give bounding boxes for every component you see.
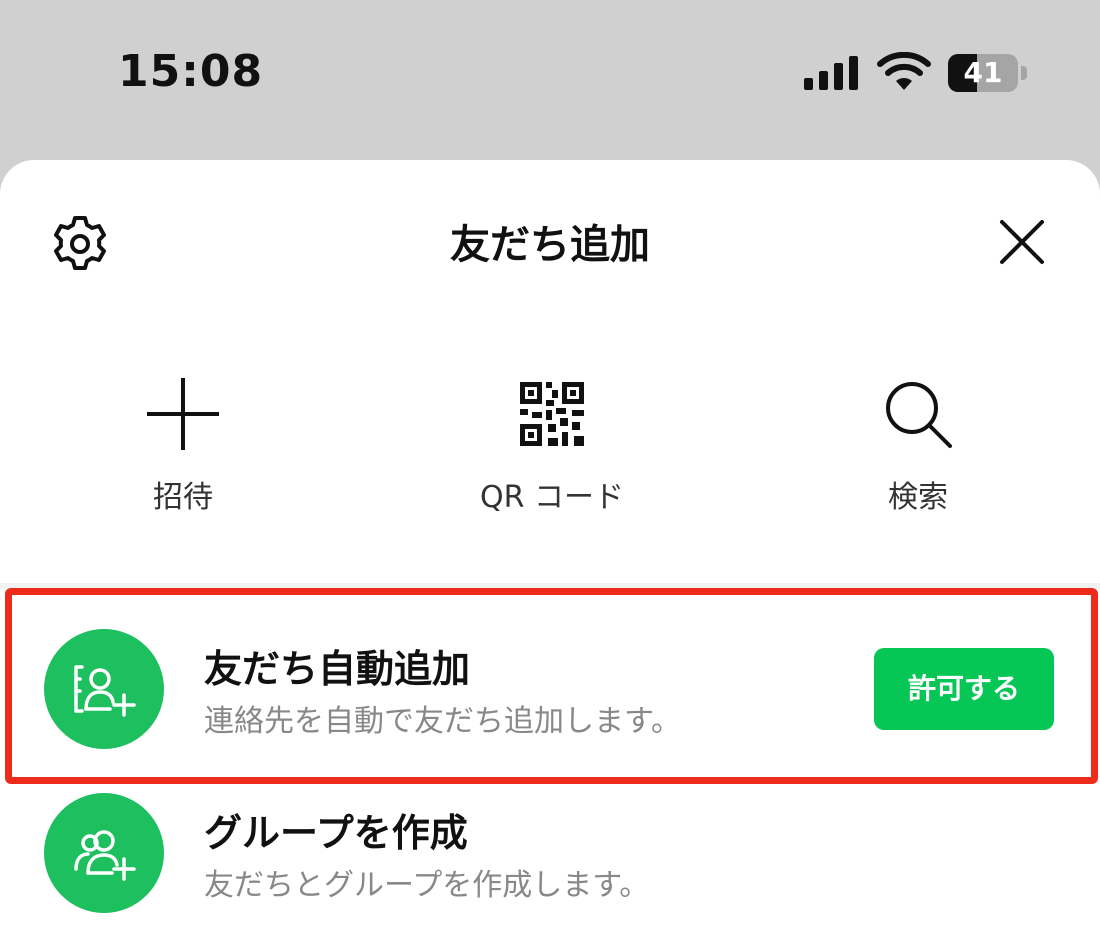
battery-tip	[1021, 66, 1027, 80]
create-group-title: グループを作成	[204, 811, 468, 855]
auto-add-avatar	[44, 629, 164, 749]
create-group-item[interactable]: グループを作成 友だちとグループを作成します。	[0, 764, 1100, 914]
section-divider	[0, 583, 1100, 589]
contact-add-icon	[74, 665, 136, 717]
search-icon	[886, 382, 952, 448]
sheet-title: 友だち追加	[450, 222, 650, 268]
cellular-signal-icon	[804, 56, 858, 90]
sheet-header: 友だち追加	[0, 160, 1100, 320]
auto-add-title: 友だち自動追加	[204, 647, 471, 691]
status-bar: 15:08 41	[0, 0, 1100, 150]
allow-button[interactable]: 許可する	[874, 648, 1054, 730]
invite-action[interactable]: 招待	[83, 360, 283, 530]
battery-level: 41	[963, 56, 1003, 89]
qr-code-label: QR コード	[480, 480, 624, 515]
close-icon[interactable]	[994, 214, 1050, 270]
battery-indicator: 41	[948, 54, 1028, 92]
search-label: 検索	[888, 480, 948, 515]
create-group-avatar	[44, 793, 164, 913]
wifi-icon	[877, 52, 931, 90]
auto-add-description: 連絡先を自動で友だち追加します。	[204, 704, 681, 739]
battery-icon: 41	[948, 54, 1018, 92]
invite-label: 招待	[153, 480, 213, 515]
qr-code-action[interactable]: QR コード	[452, 360, 652, 530]
group-add-icon	[74, 830, 136, 881]
qr-code-icon	[520, 382, 584, 446]
search-action[interactable]: 検索	[818, 360, 1018, 530]
plus-icon	[147, 378, 219, 450]
status-time: 15:08	[118, 46, 264, 97]
quick-actions: 招待 QR コード 検索	[0, 360, 1100, 560]
add-friends-sheet: 友だち追加 招待 QR コード 検索 友だち自動追加 連絡先を自動で友だち追加し…	[0, 160, 1100, 930]
create-group-description: 友だちとグループを作成します。	[204, 868, 650, 903]
auto-add-friends-item[interactable]: 友だち自動追加 連絡先を自動で友だち追加します。 許可する	[0, 600, 1100, 750]
